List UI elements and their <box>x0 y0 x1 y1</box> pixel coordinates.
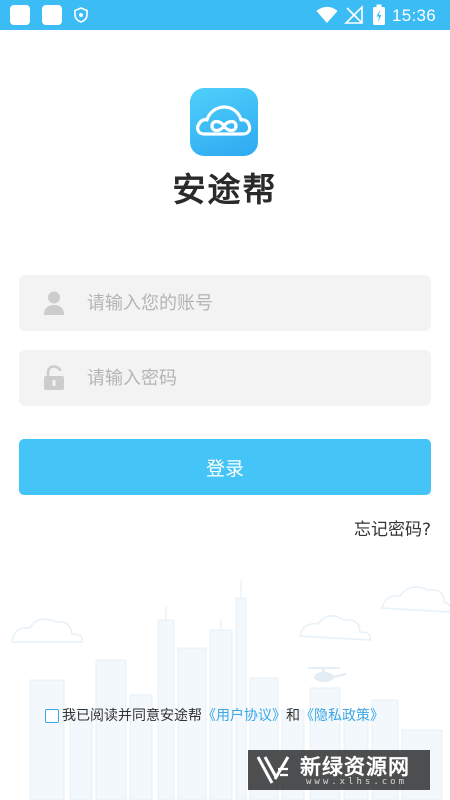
agreement-text: 我已阅读并同意安途帮 <box>62 708 202 724</box>
password-input[interactable] <box>87 350 417 406</box>
app-logo <box>190 88 258 156</box>
notification-icon <box>10 5 30 25</box>
user-agreement-link[interactable]: 《用户协议》 <box>202 708 286 724</box>
forgot-password-link[interactable]: 忘记密码? <box>354 515 431 540</box>
user-icon <box>44 291 64 315</box>
password-field[interactable] <box>19 350 431 406</box>
privacy-policy-link[interactable]: 《隐私政策》 <box>300 708 384 724</box>
account-input[interactable] <box>87 275 417 331</box>
login-button[interactable]: 登录 <box>19 439 431 495</box>
battery-charging-icon <box>373 4 385 25</box>
account-field[interactable] <box>19 275 431 331</box>
shield-icon <box>74 7 88 23</box>
no-signal-icon <box>344 5 363 24</box>
watermark-logo-icon <box>256 756 290 784</box>
app-name: 安途帮 <box>172 170 278 209</box>
agreement-checkbox[interactable] <box>45 709 59 723</box>
status-time: 15:36 <box>392 6 437 25</box>
wifi-icon <box>316 6 338 23</box>
lock-icon <box>44 365 64 390</box>
notification-icon <box>42 5 62 25</box>
watermark-url: www.xlhs.com <box>306 777 408 787</box>
watermark: 新绿资源网 www.xlhs.com <box>248 750 430 790</box>
infinity-cloud-logo-icon <box>196 105 252 136</box>
agreement-conjunction: 和 <box>286 708 300 724</box>
agreement-row: 我已阅读并同意安途帮《用户协议》和《隐私政策》 <box>45 705 384 725</box>
status-bar: 15:36 <box>0 0 450 30</box>
